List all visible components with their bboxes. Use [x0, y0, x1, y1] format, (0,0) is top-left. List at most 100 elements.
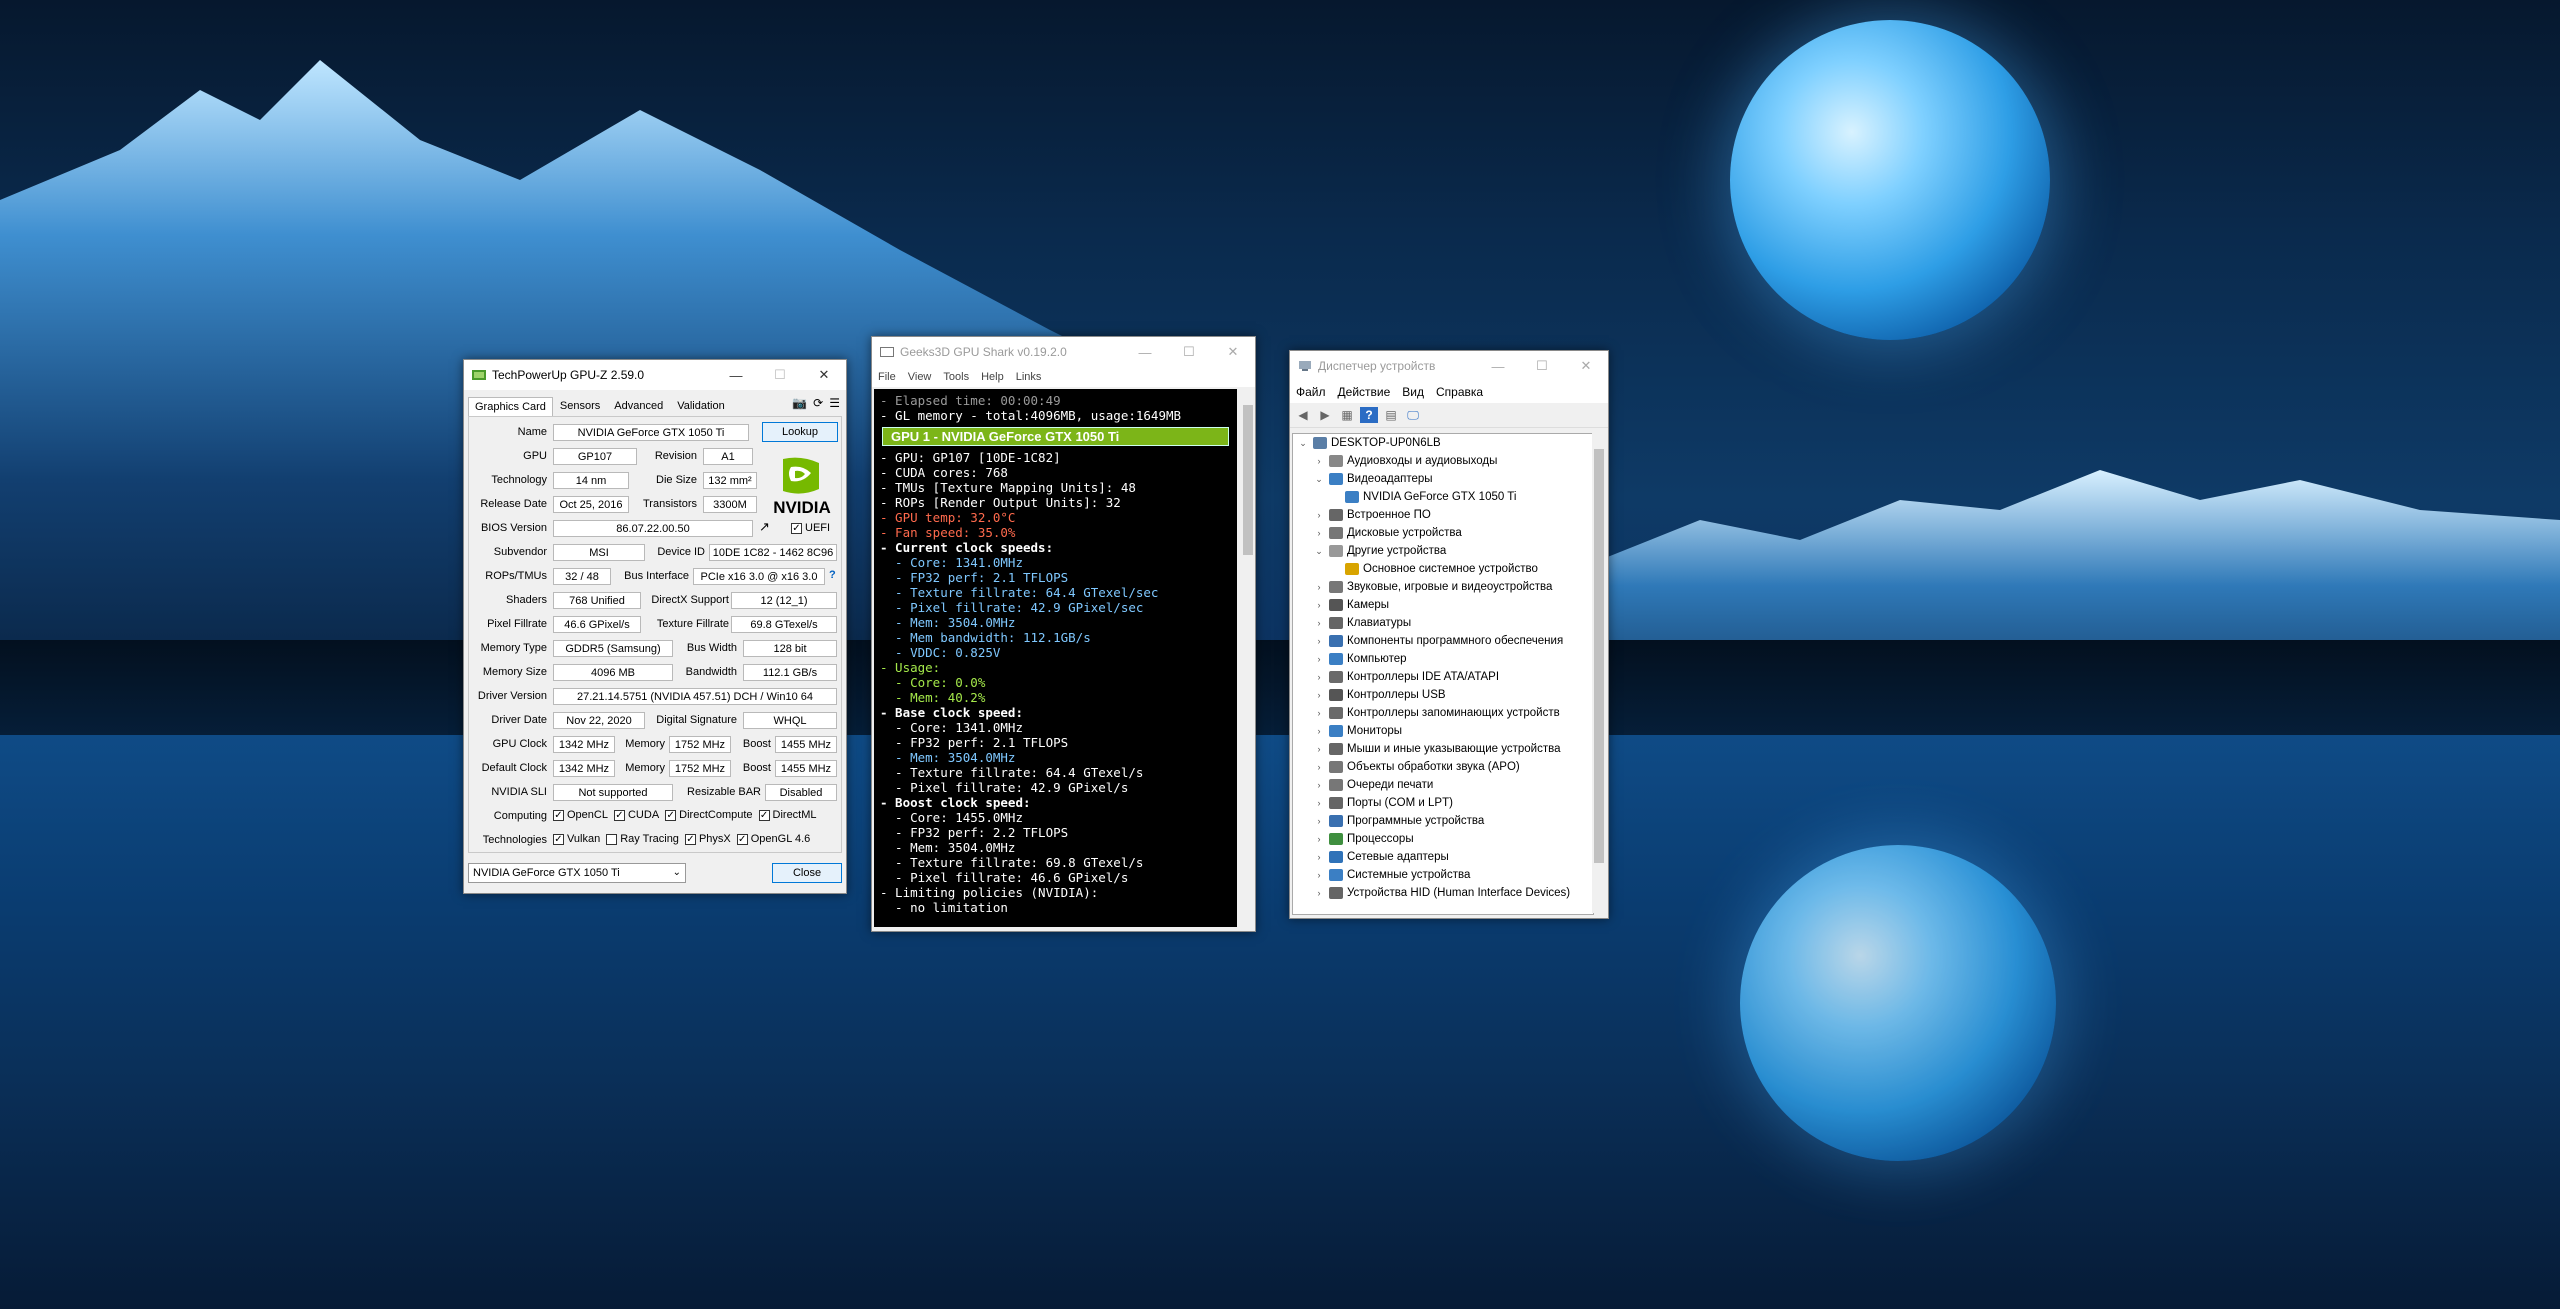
camera-icon[interactable]: 📷: [792, 396, 807, 410]
chevron-right-icon[interactable]: ›: [1313, 888, 1325, 898]
device-tree-scrollbar-thumb[interactable]: [1594, 449, 1604, 863]
tree-item[interactable]: › Очереди печати: [1293, 776, 1593, 794]
opencl-check-box[interactable]: ✓: [553, 809, 564, 821]
directcompute-check-box[interactable]: ✓: [665, 809, 677, 821]
properties-icon[interactable]: ▦: [1338, 407, 1356, 423]
share-icon[interactable]: ↗: [759, 519, 770, 535]
gpu-shark-window[interactable]: Geeks3D GPU Shark v0.19.2.0 — ☐ ✕ File V…: [871, 336, 1256, 932]
directml-check-box[interactable]: ✓: [758, 809, 770, 821]
vulkan-check-box[interactable]: ✓: [553, 833, 564, 845]
chevron-right-icon[interactable]: ›: [1313, 510, 1325, 520]
chevron-right-icon[interactable]: ›: [1313, 654, 1325, 664]
tree-item[interactable]: › Системные устройства: [1293, 866, 1593, 884]
chevron-right-icon[interactable]: ›: [1313, 762, 1325, 772]
tree-item[interactable]: › Звуковые, игровые и видеоустройства: [1293, 578, 1593, 596]
minimize-button[interactable]: —: [714, 360, 758, 390]
opengl-check-box[interactable]: ✓: [736, 833, 748, 845]
chevron-right-icon[interactable]: ›: [1313, 600, 1325, 610]
chevron-right-icon[interactable]: ›: [1313, 582, 1325, 592]
menu-file[interactable]: Файл: [1290, 385, 1332, 399]
chevron-right-icon[interactable]: ›: [1313, 780, 1325, 790]
tab-sensors[interactable]: Sensors: [553, 396, 607, 416]
tree-item[interactable]: › Контроллеры IDE ATA/ATAPI: [1293, 668, 1593, 686]
menu-help[interactable]: Help: [975, 371, 1010, 383]
minimize-button[interactable]: —: [1123, 337, 1167, 367]
menu-icon[interactable]: ☰: [829, 396, 840, 410]
chevron-right-icon[interactable]: ›: [1313, 708, 1325, 718]
tab-graphics-card[interactable]: Graphics Card: [468, 397, 553, 416]
chevron-right-icon[interactable]: ›: [1313, 672, 1325, 682]
view-icon[interactable]: ▤: [1382, 407, 1400, 423]
tree-item[interactable]: ⌄ Видеоадаптеры: [1293, 470, 1593, 488]
device-manager-window[interactable]: Диспетчер устройств — ☐ ✕ Файл Действие …: [1289, 350, 1609, 919]
refresh-icon[interactable]: ⟳: [813, 396, 823, 410]
tree-item[interactable]: ⌄ DESKTOP-UP0N6LB: [1293, 434, 1593, 452]
chevron-right-icon[interactable]: ›: [1313, 834, 1325, 844]
chevron-down-icon[interactable]: ⌄: [1297, 438, 1309, 449]
chevron-right-icon[interactable]: ›: [1313, 690, 1325, 700]
tab-advanced[interactable]: Advanced: [607, 396, 670, 416]
tree-item[interactable]: › Дисковые устройства: [1293, 524, 1593, 542]
tree-item[interactable]: NVIDIA GeForce GTX 1050 Ti: [1293, 488, 1593, 506]
menu-tools[interactable]: Tools: [937, 371, 975, 383]
tree-item[interactable]: › Порты (COM и LPT): [1293, 794, 1593, 812]
forward-arrow-icon[interactable]: ▶: [1316, 407, 1334, 423]
tree-item[interactable]: › Устройства HID (Human Interface Devices…: [1293, 884, 1593, 902]
menu-help[interactable]: Справка: [1430, 385, 1489, 399]
physx-check-box[interactable]: ✓: [684, 833, 696, 845]
tree-item[interactable]: › Мыши и иные указывающие устройства: [1293, 740, 1593, 758]
shark-scrollbar[interactable]: [1241, 389, 1255, 927]
back-arrow-icon[interactable]: ◀: [1294, 407, 1312, 423]
lookup-button[interactable]: Lookup: [762, 422, 838, 442]
help-icon[interactable]: ?: [1360, 407, 1378, 423]
tree-item[interactable]: › Сетевые адаптеры: [1293, 848, 1593, 866]
close-window-button[interactable]: ✕: [1564, 351, 1608, 381]
chevron-right-icon[interactable]: ›: [1313, 852, 1325, 862]
gpuz-titlebar[interactable]: TechPowerUp GPU-Z 2.59.0 — ☐ ✕: [464, 360, 846, 390]
close-button[interactable]: Close: [772, 863, 842, 883]
chevron-right-icon[interactable]: ›: [1313, 528, 1325, 538]
directcompute-checkbox[interactable]: ✓ DirectCompute: [665, 809, 753, 821]
chevron-right-icon[interactable]: ›: [1313, 618, 1325, 628]
directml-checkbox[interactable]: ✓ DirectML: [758, 809, 817, 821]
maximize-button[interactable]: ☐: [1167, 337, 1211, 367]
uefi-checkbox[interactable]: ✓ UEFI: [791, 522, 830, 534]
menu-links[interactable]: Links: [1010, 371, 1048, 383]
chevron-right-icon[interactable]: ›: [1313, 798, 1325, 808]
tree-item[interactable]: › Камеры: [1293, 596, 1593, 614]
close-window-button[interactable]: ✕: [802, 360, 846, 390]
scan-hardware-icon[interactable]: 🖵: [1404, 407, 1422, 423]
bus-help-icon[interactable]: ?: [829, 569, 836, 581]
tree-item[interactable]: › Контроллеры запоминающих устройств: [1293, 704, 1593, 722]
tree-item[interactable]: › Программные устройства: [1293, 812, 1593, 830]
maximize-button[interactable]: ☐: [758, 360, 802, 390]
uefi-check-box[interactable]: ✓: [791, 522, 802, 534]
device-tree-scrollbar[interactable]: [1592, 433, 1606, 913]
tab-validation[interactable]: Validation: [670, 396, 732, 416]
menu-view[interactable]: View: [902, 371, 938, 383]
physx-checkbox[interactable]: ✓ PhysX: [684, 833, 731, 845]
chevron-down-icon[interactable]: ⌄: [1313, 546, 1325, 557]
chevron-right-icon[interactable]: ›: [1313, 726, 1325, 736]
chevron-right-icon[interactable]: ›: [1313, 636, 1325, 646]
cuda-check-box[interactable]: ✓: [613, 809, 625, 821]
tree-item[interactable]: › Объекты обработки звука (APO): [1293, 758, 1593, 776]
tree-item[interactable]: › Встроенное ПО: [1293, 506, 1593, 524]
tree-item[interactable]: › Мониторы: [1293, 722, 1593, 740]
chevron-right-icon[interactable]: ›: [1313, 816, 1325, 826]
menu-view[interactable]: Вид: [1396, 385, 1430, 399]
tree-item[interactable]: › Клавиатуры: [1293, 614, 1593, 632]
shark-scrollbar-thumb[interactable]: [1243, 405, 1253, 555]
tree-item[interactable]: › Аудиовходы и аудиовыходы: [1293, 452, 1593, 470]
close-window-button[interactable]: ✕: [1211, 337, 1255, 367]
chevron-down-icon[interactable]: ⌄: [1313, 474, 1325, 485]
tree-item[interactable]: › Процессоры: [1293, 830, 1593, 848]
ray-tracing-check-box[interactable]: [606, 833, 618, 845]
tree-item[interactable]: Основное системное устройство: [1293, 560, 1593, 578]
shark-titlebar[interactable]: Geeks3D GPU Shark v0.19.2.0 — ☐ ✕: [872, 337, 1255, 367]
chevron-right-icon[interactable]: ›: [1313, 870, 1325, 880]
ray-tracing-checkbox[interactable]: Ray Tracing: [606, 833, 679, 845]
minimize-button[interactable]: —: [1476, 351, 1520, 381]
tree-item[interactable]: › Компоненты программного обеспечения: [1293, 632, 1593, 650]
opengl-checkbox[interactable]: ✓ OpenGL 4.6: [736, 833, 810, 845]
